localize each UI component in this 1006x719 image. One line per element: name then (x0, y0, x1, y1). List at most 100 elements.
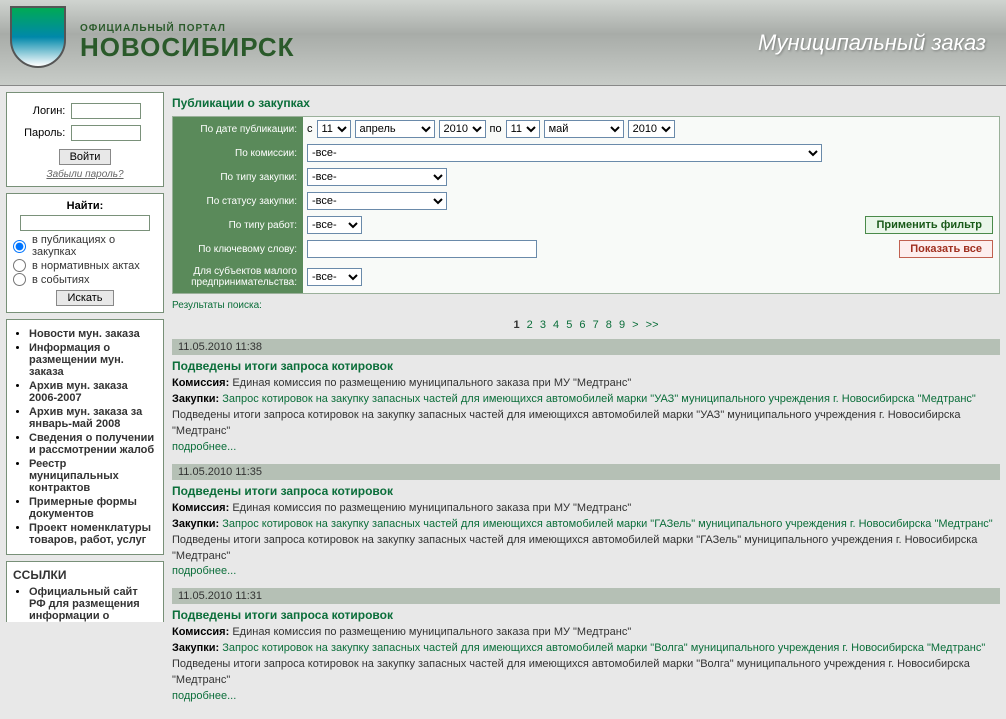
date-to-day[interactable]: 11 (506, 120, 540, 138)
sidebar-nav-item[interactable]: Реестр муниципальных контрактов (29, 458, 119, 494)
search-input[interactable] (20, 215, 150, 231)
search-scope-normative[interactable] (13, 259, 26, 272)
nav-box: Новости мун. заказа Информация о размещен… (6, 319, 164, 555)
result-item: 11.05.2010 11:38Подведены итоги запроса … (172, 339, 1000, 456)
commission-value: Единая комиссия по размещению муниципаль… (232, 502, 631, 514)
result-title[interactable]: Подведены итоги запроса котировок (172, 608, 1000, 622)
filter-sme-label: Для субъектов малого предпринимательства… (173, 261, 303, 293)
date-to-month[interactable]: май (544, 120, 624, 138)
header: ОФИЦИАЛЬНЫЙ ПОРТАЛ НОВОСИБИРСК Муниципал… (0, 0, 1006, 86)
commission-label: Комиссия: (172, 626, 229, 638)
filter-keyword-label: По ключевому слову: (173, 237, 303, 261)
show-all-button[interactable]: Показать все (899, 240, 993, 258)
city-emblem-icon (10, 6, 70, 76)
result-item: 11.05.2010 11:31 Подведены итоги запроса … (172, 588, 1000, 705)
filter-status-select[interactable]: -все- (307, 192, 447, 210)
pager-page[interactable]: 7 (593, 319, 599, 331)
search-box: Найти: в публикациях о закупках в нормат… (6, 193, 164, 313)
pager-last[interactable]: >> (646, 319, 659, 331)
sidebar-nav-item[interactable]: Архив мун. заказа 2006-2007 (29, 380, 128, 404)
pager: 1 2 3 4 5 6 7 8 9 > >> (172, 319, 1000, 331)
result-body: Комиссия: Единая комиссия по размещению … (172, 501, 1000, 581)
purchase-link[interactable]: Запрос котировок на закупку запасных час… (222, 642, 985, 654)
read-more-link[interactable]: подробнее... (172, 565, 236, 577)
search-scope-events[interactable] (13, 273, 26, 286)
sidebar-nav-item[interactable]: Примерные формы документов (29, 496, 137, 520)
filter-commission-label: По комиссии: (173, 141, 303, 165)
date-from-day[interactable]: 11 (317, 120, 351, 138)
login-box: Логин: Пароль: Войти Забыли пароль? (6, 92, 164, 187)
filter-ptype-select[interactable]: -все- (307, 168, 447, 186)
filter-work-select[interactable]: -все- (307, 216, 362, 234)
login-input[interactable] (71, 103, 141, 119)
purchase-label: Закупки: (172, 642, 219, 654)
result-desc: Подведены итоги запроса котировок на зак… (172, 658, 970, 686)
result-desc: Подведены итоги запроса котировок на зак… (172, 534, 977, 562)
filter-keyword-input[interactable] (307, 240, 537, 258)
filter-work-label: По типу работ: (173, 213, 303, 237)
pager-page[interactable]: 9 (619, 319, 625, 331)
city-name: НОВОСИБИРСК (80, 34, 295, 60)
result-body: Комиссия: Единая комиссия по размещению … (172, 625, 1000, 705)
search-scope-normative-label: в нормативных актах (32, 260, 140, 272)
read-more-link[interactable]: подробнее... (172, 441, 236, 453)
password-input[interactable] (71, 125, 141, 141)
links-box: ССЫЛКИ Официальный сайт РФ для размещени… (6, 561, 164, 622)
filter-commission-select[interactable]: -все- (307, 144, 822, 162)
logo-area: ОФИЦИАЛЬНЫЙ ПОРТАЛ НОВОСИБИРСК (10, 6, 295, 76)
pager-page[interactable]: 3 (540, 319, 546, 331)
login-label: Логин: (15, 101, 67, 121)
date-from-prefix: с (307, 123, 313, 135)
purchase-label: Закупки: (172, 518, 219, 530)
commission-value: Единая комиссия по размещению муниципаль… (232, 626, 631, 638)
date-from-year[interactable]: 2010 (439, 120, 486, 138)
pager-page[interactable]: 8 (606, 319, 612, 331)
date-to-year[interactable]: 2010 (628, 120, 675, 138)
sidebar-nav-item[interactable]: Архив мун. заказа за январь-май 2008 (29, 406, 142, 430)
result-title[interactable]: Подведены итоги запроса котировок (172, 484, 1000, 498)
pager-page[interactable]: 4 (553, 319, 559, 331)
result-title[interactable]: Подведены итоги запроса котировок (172, 359, 1000, 373)
search-button[interactable]: Искать (56, 290, 113, 306)
pager-page[interactable]: 2 (527, 319, 533, 331)
header-slogan: Муниципальный заказ (758, 30, 986, 56)
result-item: 11.05.2010 11:35 Подведены итоги запроса … (172, 464, 1000, 581)
filter-status-label: По статусу закупки: (173, 189, 303, 213)
search-scope-events-label: в событиях (32, 274, 90, 286)
sidebar-nav-item[interactable]: Сведения о получении и рассмотрении жало… (29, 432, 154, 456)
result-body: Комиссия: Единая комиссия по размещению … (172, 376, 1000, 456)
login-button[interactable]: Войти (59, 149, 112, 165)
search-title: Найти: (13, 200, 157, 212)
filter-sme-select[interactable]: -все- (307, 268, 362, 286)
result-timestamp: 11.05.2010 11:31 (172, 588, 1000, 604)
filter-date-label: По дате публикации: (173, 117, 303, 141)
search-scope-publications[interactable] (13, 240, 26, 253)
search-scope-publications-label: в публикациях о закупках (32, 234, 157, 258)
pager-page[interactable]: 5 (566, 319, 572, 331)
result-desc: Подведены итоги запроса котировок на зак… (172, 409, 961, 437)
purchase-link[interactable]: Запрос котировок на закупку запасных час… (222, 518, 992, 530)
date-from-month[interactable]: апрель (355, 120, 435, 138)
apply-filter-button[interactable]: Применить фильтр (865, 216, 993, 234)
results-label: Результаты поиска: (172, 300, 1000, 311)
sidebar-nav-item[interactable]: Проект номенклатуры товаров, работ, услу… (29, 522, 151, 546)
read-more-link[interactable]: подробнее... (172, 690, 236, 702)
result-timestamp: 11.05.2010 11:35 (172, 464, 1000, 480)
links-title: ССЫЛКИ (13, 568, 157, 582)
date-to-prefix: по (490, 123, 502, 135)
commission-label: Комиссия: (172, 377, 229, 389)
password-label: Пароль: (15, 123, 67, 143)
purchase-label: Закупки: (172, 393, 219, 405)
filter-ptype-label: По типу закупки: (173, 165, 303, 189)
external-link-item[interactable]: Официальный сайт РФ для размещения инфор… (29, 586, 140, 622)
sidebar-nav-item[interactable]: Новости мун. заказа (29, 328, 140, 340)
pager-next[interactable]: > (632, 319, 638, 331)
sidebar-nav-item[interactable]: Информация о размещении мун. заказа (29, 342, 124, 378)
purchase-link[interactable]: Запрос котировок на закупку запасных час… (222, 393, 976, 405)
pager-page: 1 (513, 319, 519, 331)
forgot-password-link[interactable]: Забыли пароль? (46, 169, 123, 180)
pager-page[interactable]: 6 (579, 319, 585, 331)
commission-value: Единая комиссия по размещению муниципаль… (232, 377, 631, 389)
commission-label: Комиссия: (172, 502, 229, 514)
page-title: Публикации о закупках (172, 96, 1000, 110)
